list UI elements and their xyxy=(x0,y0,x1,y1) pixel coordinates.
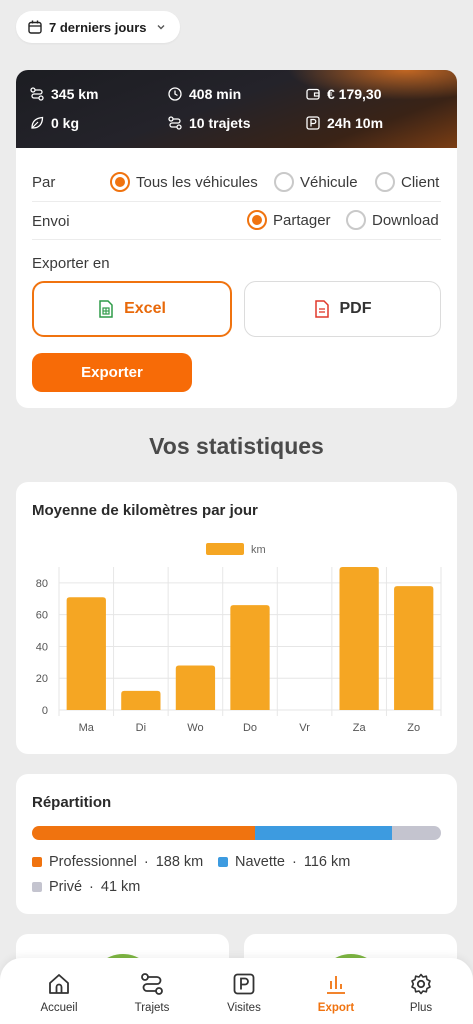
radio-share[interactable]: Partager xyxy=(247,210,331,230)
radio-indicator-selected xyxy=(110,172,130,192)
export-format-label: Exporter en xyxy=(32,254,110,272)
y-tick-label: 60 xyxy=(36,610,48,622)
home-icon xyxy=(49,974,69,994)
radio-indicator xyxy=(375,172,395,192)
legend-swatch xyxy=(32,857,42,867)
route-icon xyxy=(168,116,182,130)
y-tick-label: 40 xyxy=(36,641,48,653)
wallet-icon xyxy=(306,88,320,100)
repartition-bar xyxy=(32,826,441,840)
bar xyxy=(175,665,216,710)
y-tick-label: 0 xyxy=(42,705,48,717)
y-tick-label: 20 xyxy=(36,673,48,685)
stat-cost: € 179,30 xyxy=(306,86,382,102)
spreadsheet-icon xyxy=(99,300,113,318)
repartition-segment xyxy=(392,826,441,840)
divider xyxy=(32,201,441,202)
export-button[interactable]: Exporter xyxy=(32,353,192,392)
x-tick-label: Di xyxy=(136,722,146,734)
x-tick-label: Do xyxy=(243,722,257,734)
route-icon xyxy=(141,973,163,995)
date-range-label: 7 derniers jours xyxy=(49,19,147,35)
radio-indicator-selected xyxy=(247,210,267,230)
parking-icon xyxy=(306,116,320,130)
tab-export[interactable]: Export xyxy=(301,972,371,1014)
legend-swatch xyxy=(32,882,42,892)
stat-co2: 0 kg xyxy=(30,115,79,131)
radio-indicator xyxy=(346,210,366,230)
stat-duration: 408 min xyxy=(168,86,241,102)
bar xyxy=(121,690,161,710)
tab-home[interactable]: Accueil xyxy=(24,972,94,1014)
x-tick-label: Vr xyxy=(299,722,310,734)
stat-trips: 10 trajets xyxy=(168,115,250,131)
radio-client[interactable]: Client xyxy=(375,172,439,192)
legend-commute: Navette · 116 km xyxy=(218,854,350,870)
km-per-day-chart: km 0 20 40 60 80 Ma Di Wo Do Vr Za Zo xyxy=(36,543,442,734)
chevron-down-icon xyxy=(157,25,165,30)
legend-swatch xyxy=(206,543,244,555)
legend-professional: Professionnel · 188 km xyxy=(32,854,203,870)
bar xyxy=(394,586,434,710)
chart-card: Moyenne de kilomètres par jour km 0 20 40 60… xyxy=(16,482,457,754)
section-title: Vos statistiques xyxy=(149,433,324,459)
stat-distance: 345 km xyxy=(30,86,98,102)
bar xyxy=(339,567,379,710)
legend-private: Privé · 41 km xyxy=(32,879,140,895)
x-tick-label: Wo xyxy=(187,722,203,734)
stat-parking: 24h 10m xyxy=(306,115,383,131)
divider xyxy=(32,239,441,240)
parking-icon xyxy=(233,973,255,995)
leaf-icon xyxy=(31,116,44,129)
bar-chart-icon xyxy=(327,976,345,994)
legend-label: km xyxy=(251,544,266,556)
legend-swatch xyxy=(218,857,228,867)
x-tick-label: Ma xyxy=(79,722,95,734)
tab-visits[interactable]: Visites xyxy=(209,972,279,1014)
radio-indicator xyxy=(274,172,294,192)
calendar-icon xyxy=(28,20,42,34)
repartition-card: Répartition Professionnel · 188 km Navett… xyxy=(16,774,457,914)
bar xyxy=(230,605,270,710)
radio-download[interactable]: Download xyxy=(346,210,439,230)
format-excel-button[interactable]: Excel xyxy=(32,281,232,337)
tab-more[interactable]: Plus xyxy=(386,972,456,1014)
stats-summary-banner: 345 km 408 min € 179,30 0 kg 10 trajets … xyxy=(16,70,457,148)
radio-vehicle[interactable]: Véhicule xyxy=(274,172,358,192)
repartition-title: Répartition xyxy=(32,794,112,811)
bottom-tab-bar: Accueil Trajets Visites Export Plus xyxy=(0,958,473,1024)
y-tick-label: 80 xyxy=(36,578,48,590)
radio-all-vehicles[interactable]: Tous les véhicules xyxy=(110,172,258,192)
export-send-label: Envoi xyxy=(32,212,70,230)
x-tick-label: Zo xyxy=(407,722,420,734)
export-by-label: Par xyxy=(32,173,56,191)
tab-trips[interactable]: Trajets xyxy=(117,972,187,1014)
export-card: 345 km 408 min € 179,30 0 kg 10 trajets … xyxy=(16,70,457,408)
format-pdf-button[interactable]: PDF xyxy=(244,281,441,337)
export-format-row: Exporter en xyxy=(32,251,441,275)
x-tick-label: Za xyxy=(353,722,367,734)
gear-icon xyxy=(411,973,431,995)
bar xyxy=(66,597,106,710)
clock-icon xyxy=(168,87,182,101)
repartition-segment xyxy=(32,826,255,840)
date-range-dropdown[interactable]: 7 derniers jours xyxy=(16,11,180,43)
pdf-file-icon xyxy=(314,300,329,318)
route-icon xyxy=(30,87,44,101)
repartition-segment xyxy=(254,826,393,840)
